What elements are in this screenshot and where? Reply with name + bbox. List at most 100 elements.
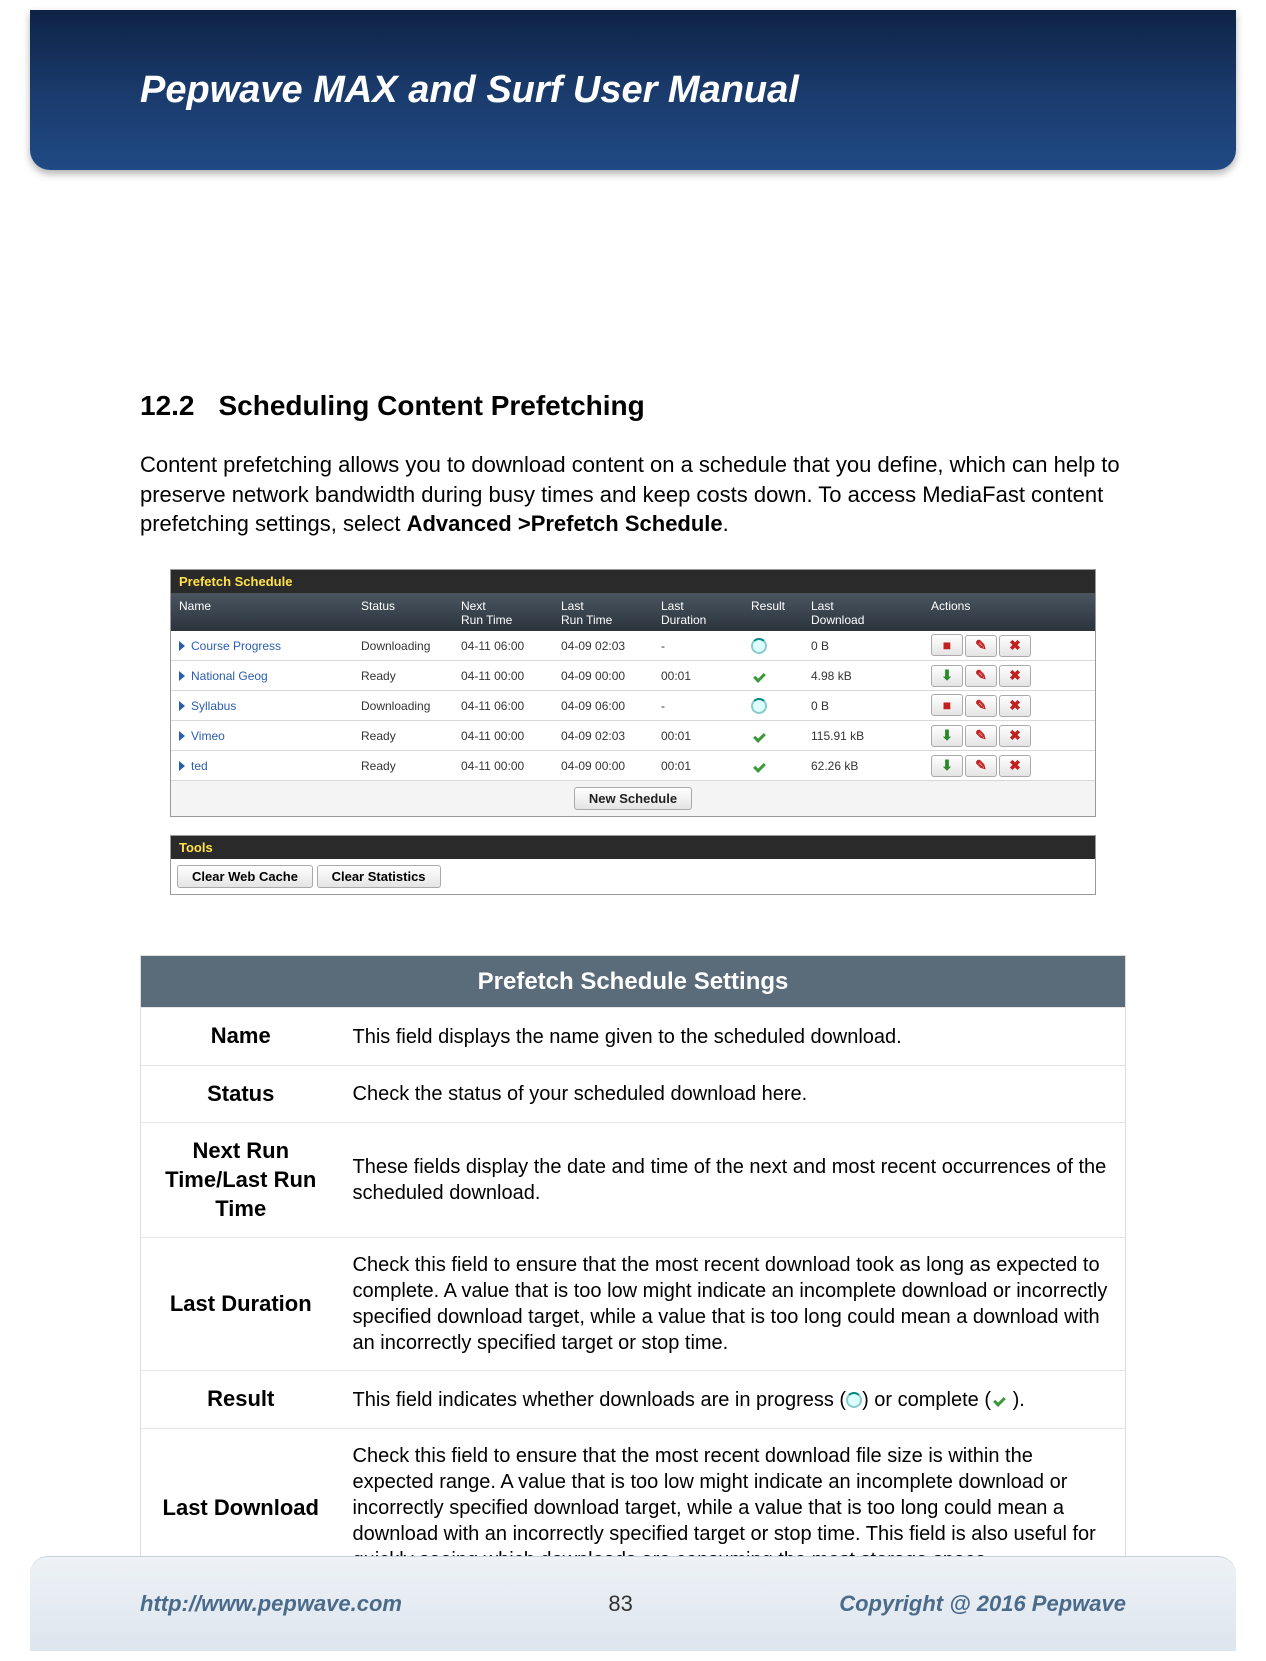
settings-row-runtime: Next Run Time/Last Run Time These fields… xyxy=(141,1123,1126,1238)
expand-icon[interactable] xyxy=(179,761,185,771)
row-status: Ready xyxy=(361,669,461,683)
edit-button[interactable]: ✎ xyxy=(965,755,997,777)
row-status: Downloading xyxy=(361,639,461,653)
stop-button[interactable]: ■ xyxy=(931,694,963,716)
section-heading: 12.2 Scheduling Content Prefetching xyxy=(140,390,1126,422)
stop-button[interactable]: ■ xyxy=(931,634,963,656)
row-result xyxy=(751,698,811,714)
table-row: SyllabusDownloading04-11 06:0004-09 06:0… xyxy=(171,691,1095,721)
tools-panel: Tools Clear Web Cache Clear Statistics xyxy=(170,835,1096,895)
page-content: 12.2 Scheduling Content Prefetching Conte… xyxy=(0,170,1266,1588)
footer-url: http://www.pepwave.com xyxy=(140,1591,402,1617)
panel-title: Prefetch Schedule xyxy=(171,570,1095,593)
settings-label: Result xyxy=(141,1371,341,1429)
in-progress-icon xyxy=(846,1392,862,1408)
row-duration: - xyxy=(661,699,751,713)
settings-row-duration: Last Duration Check this field to ensure… xyxy=(141,1238,1126,1371)
row-next-run: 04-11 00:00 xyxy=(461,729,561,743)
delete-button[interactable]: ✖ xyxy=(999,695,1031,717)
expand-icon[interactable] xyxy=(179,701,185,711)
row-name-link[interactable]: ted xyxy=(171,759,361,773)
complete-icon xyxy=(751,668,767,684)
row-name-link[interactable]: National Geog xyxy=(171,669,361,683)
result-desc-pre: This field indicates whether downloads a… xyxy=(353,1389,847,1411)
settings-label: Name xyxy=(141,1008,341,1066)
row-last-run: 04-09 06:00 xyxy=(561,699,661,713)
delete-button[interactable]: ✖ xyxy=(999,725,1031,747)
table-row: Course ProgressDownloading04-11 06:0004-… xyxy=(171,631,1095,661)
settings-desc: These fields display the date and time o… xyxy=(341,1123,1126,1238)
row-last-download: 0 B xyxy=(811,699,931,713)
result-desc-post: ). xyxy=(1007,1389,1025,1411)
new-schedule-row: New Schedule xyxy=(171,781,1095,816)
download-button[interactable]: ⬇ xyxy=(931,755,963,777)
expand-icon[interactable] xyxy=(179,731,185,741)
settings-row-name: Name This field displays the name given … xyxy=(141,1008,1126,1066)
row-last-download: 0 B xyxy=(811,639,931,653)
row-last-run: 04-09 02:03 xyxy=(561,729,661,743)
edit-button[interactable]: ✎ xyxy=(965,635,997,657)
page-header: Pepwave MAX and Surf User Manual xyxy=(30,10,1236,170)
complete-icon xyxy=(991,1392,1007,1408)
row-name-link[interactable]: Course Progress xyxy=(171,639,361,653)
page-footer: http://www.pepwave.com 83 Copyright @ 20… xyxy=(30,1556,1236,1651)
row-name-link[interactable]: Syllabus xyxy=(171,699,361,713)
row-result xyxy=(751,638,811,654)
col-actions: Actions xyxy=(931,599,1061,627)
clear-web-cache-button[interactable]: Clear Web Cache xyxy=(177,865,313,888)
col-last-download: Last Download xyxy=(811,599,931,627)
settings-table-header: Prefetch Schedule Settings xyxy=(141,956,1126,1008)
row-last-run: 04-09 00:00 xyxy=(561,669,661,683)
row-last-download: 115.91 kB xyxy=(811,729,931,743)
col-next-run: Next Run Time xyxy=(461,599,561,627)
delete-button[interactable]: ✖ xyxy=(999,635,1031,657)
table-row: National GeogReady04-11 00:0004-09 00:00… xyxy=(171,661,1095,691)
row-actions: ⬇✎✖ xyxy=(931,665,1061,687)
expand-icon[interactable] xyxy=(179,641,185,651)
in-progress-icon xyxy=(751,638,767,654)
download-button[interactable]: ⬇ xyxy=(931,665,963,687)
section-title: Scheduling Content Prefetching xyxy=(219,390,645,421)
row-next-run: 04-11 06:00 xyxy=(461,639,561,653)
row-actions: ■✎✖ xyxy=(931,634,1061,657)
row-status: Downloading xyxy=(361,699,461,713)
table-row: tedReady04-11 00:0004-09 00:0000:0162.26… xyxy=(171,751,1095,781)
edit-button[interactable]: ✎ xyxy=(965,725,997,747)
new-schedule-button[interactable]: New Schedule xyxy=(574,787,692,810)
settings-desc: Check this field to ensure that the most… xyxy=(341,1238,1126,1371)
row-result xyxy=(751,758,811,774)
row-actions: ⬇✎✖ xyxy=(931,725,1061,747)
delete-button[interactable]: ✖ xyxy=(999,665,1031,687)
row-duration: 00:01 xyxy=(661,729,751,743)
row-last-download: 4.98 kB xyxy=(811,669,931,683)
settings-desc: Check the status of your scheduled downl… xyxy=(341,1065,1126,1123)
row-next-run: 04-11 00:00 xyxy=(461,669,561,683)
settings-row-status: Status Check the status of your schedule… xyxy=(141,1065,1126,1123)
col-name: Name xyxy=(171,599,361,627)
edit-button[interactable]: ✎ xyxy=(965,665,997,687)
row-name-link[interactable]: Vimeo xyxy=(171,729,361,743)
delete-button[interactable]: ✖ xyxy=(999,755,1031,777)
row-duration: - xyxy=(661,639,751,653)
download-button[interactable]: ⬇ xyxy=(931,725,963,747)
intro-nav-path: Advanced >Prefetch Schedule xyxy=(407,511,723,536)
settings-desc: This field displays the name given to th… xyxy=(341,1008,1126,1066)
tools-title: Tools xyxy=(171,836,1095,859)
expand-icon[interactable] xyxy=(179,671,185,681)
row-next-run: 04-11 06:00 xyxy=(461,699,561,713)
footer-copyright: Copyright @ 2016 Pepwave xyxy=(839,1591,1126,1617)
settings-label: Next Run Time/Last Run Time xyxy=(141,1123,341,1238)
row-actions: ⬇✎✖ xyxy=(931,755,1061,777)
edit-button[interactable]: ✎ xyxy=(965,695,997,717)
clear-statistics-button[interactable]: Clear Statistics xyxy=(317,865,441,888)
row-last-run: 04-09 00:00 xyxy=(561,759,661,773)
manual-title: Pepwave MAX and Surf User Manual xyxy=(140,69,799,112)
in-progress-icon xyxy=(751,698,767,714)
result-desc-mid: ) or complete ( xyxy=(862,1389,991,1411)
page-number: 83 xyxy=(608,1591,632,1617)
row-status: Ready xyxy=(361,759,461,773)
section-intro: Content prefetching allows you to downlo… xyxy=(140,450,1126,539)
row-next-run: 04-11 00:00 xyxy=(461,759,561,773)
col-last-run: Last Run Time xyxy=(561,599,661,627)
section-number: 12.2 xyxy=(140,390,195,421)
